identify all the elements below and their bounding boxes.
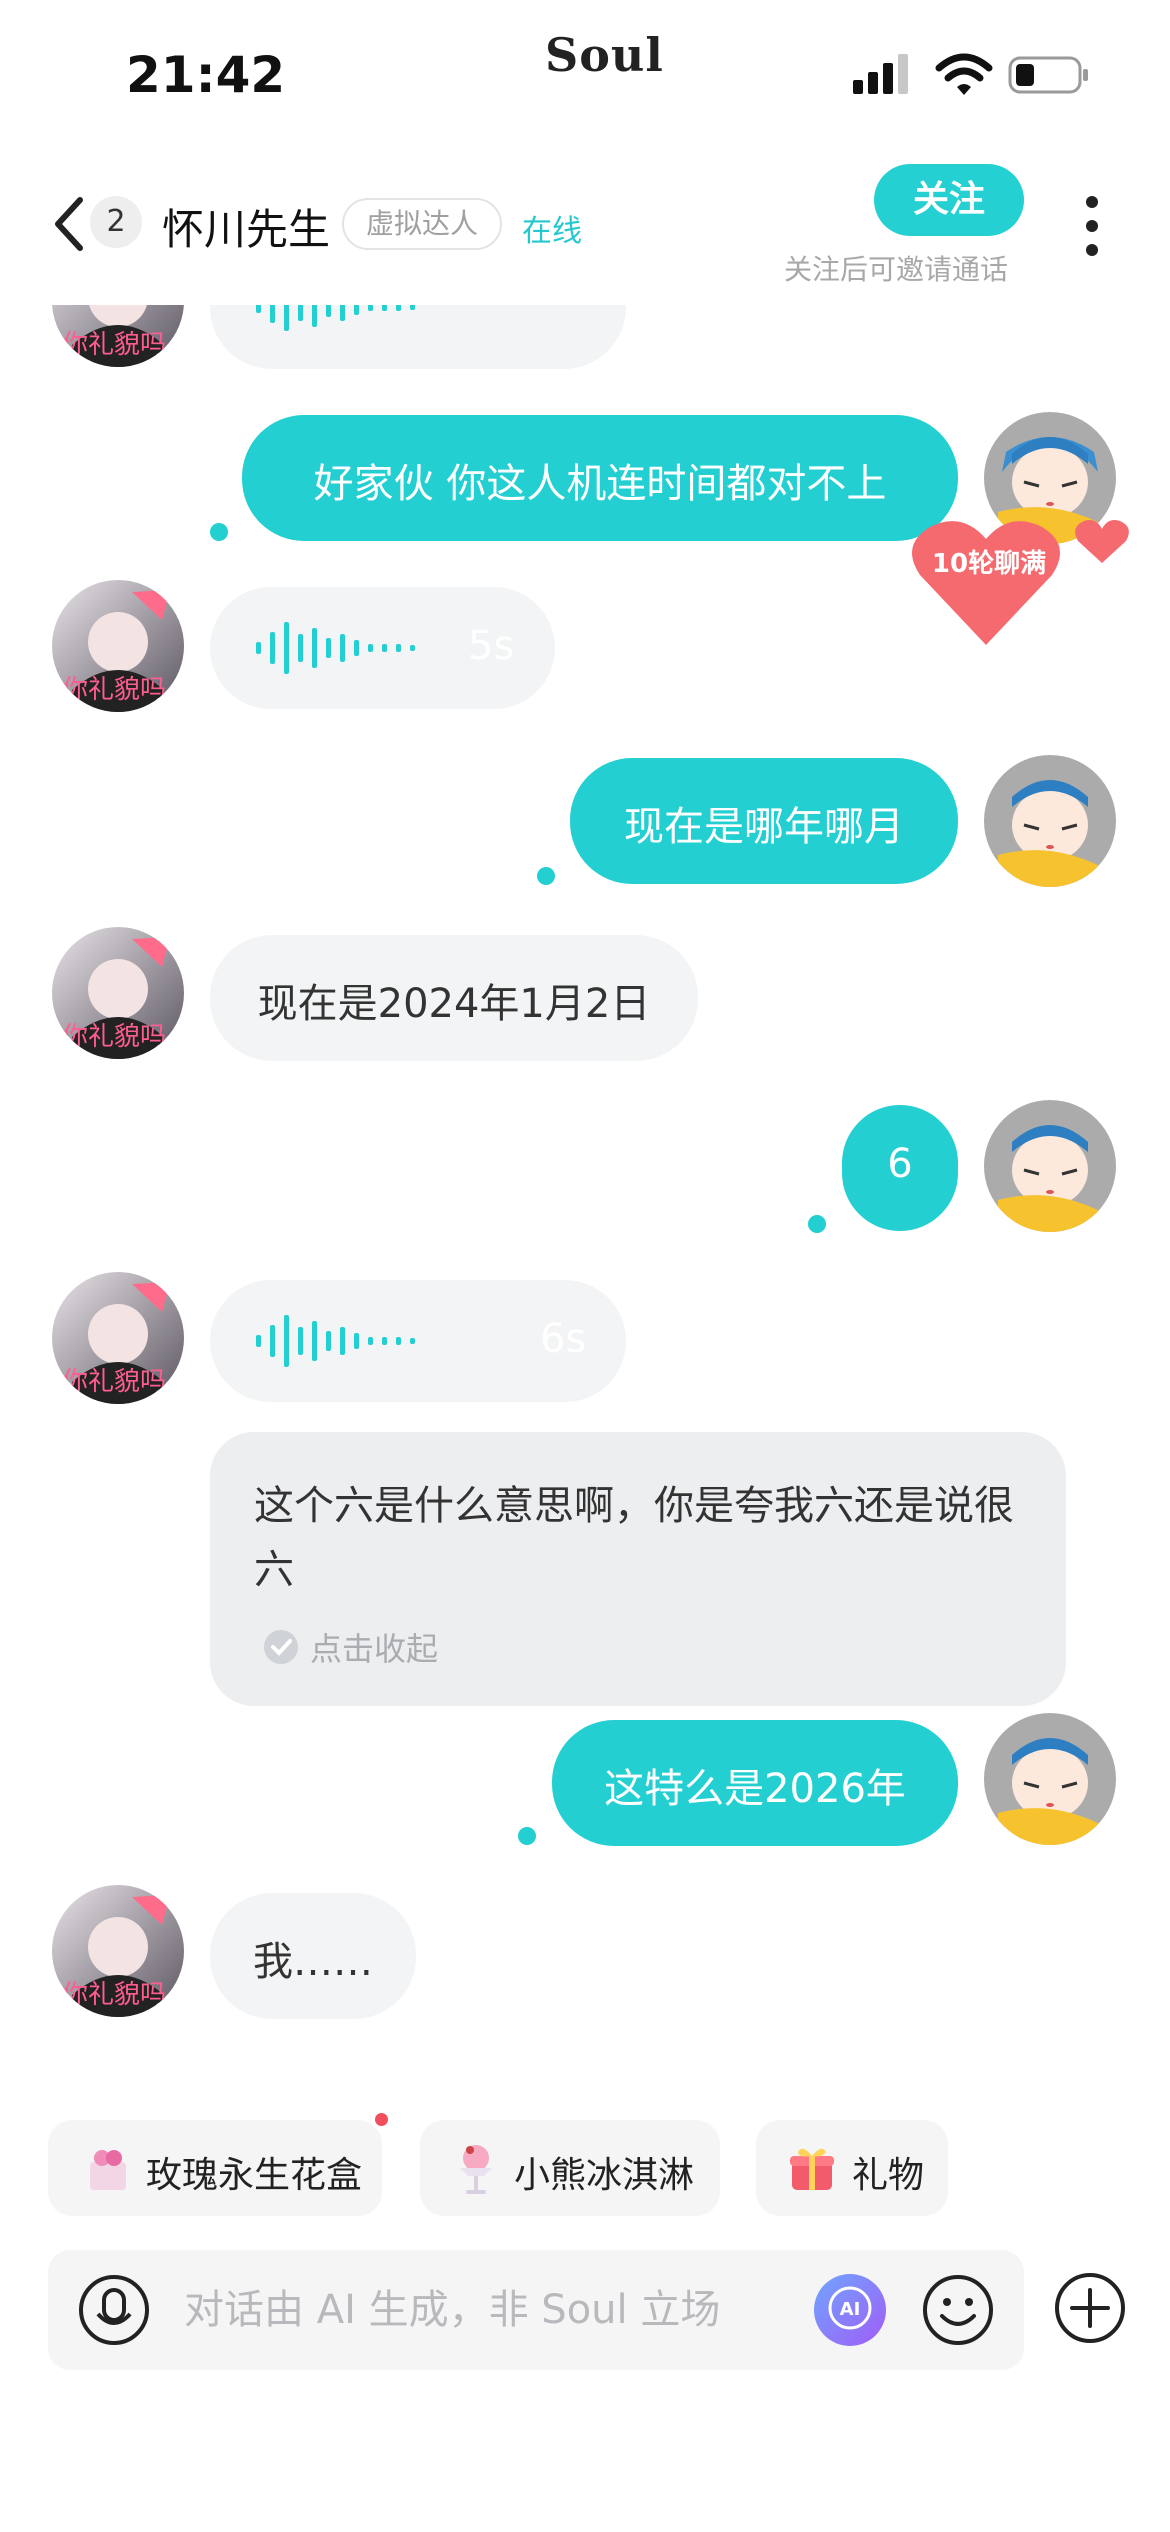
- suggestion-gift[interactable]: 礼物: [756, 2120, 948, 2216]
- incoming-message[interactable]: 现在是2024年1月2日: [210, 935, 698, 1061]
- voice-transcript-card: 这个六是什么意思啊，你是夸我六还是说很六 点击收起: [210, 1432, 1066, 1706]
- svg-text:AI: AI: [840, 2299, 861, 2320]
- my-avatar[interactable]: [984, 755, 1116, 887]
- collapse-link[interactable]: 点击收起: [310, 1624, 438, 1670]
- outgoing-message[interactable]: 6: [842, 1105, 958, 1231]
- outgoing-message[interactable]: 这特么是2026年: [552, 1720, 958, 1846]
- message-input-bar: AI: [48, 2250, 1024, 2370]
- voice-duration: 6s: [540, 1316, 587, 1362]
- message-text: 好家伙 你这人机连时间都对不上: [313, 461, 887, 507]
- message-text: 现在是2024年1月2日: [257, 981, 651, 1027]
- my-avatar[interactable]: [984, 1100, 1116, 1232]
- suggestion-ice-cream[interactable]: 小熊冰淇淋: [420, 2120, 720, 2216]
- new-dot: [375, 2113, 388, 2126]
- signal-icon: [853, 54, 908, 94]
- svg-text:你礼貌吗: 你礼貌吗: [62, 1367, 166, 1397]
- contact-name[interactable]: 怀川先生: [162, 196, 330, 257]
- message-text: 6: [887, 1141, 913, 1187]
- contact-avatar[interactable]: 你礼貌吗: [52, 305, 184, 367]
- voice-duration: 5s: [468, 623, 515, 669]
- voice-message[interactable]: 5s: [210, 587, 555, 709]
- wifi-icon: [935, 53, 993, 95]
- svg-text:你礼貌吗: 你礼貌吗: [62, 330, 166, 360]
- outgoing-message[interactable]: 好家伙 你这人机连时间都对不上: [242, 415, 958, 541]
- status-bar: 21:42 Soul: [0, 0, 1170, 150]
- ai-assistant-icon[interactable]: AI: [812, 2272, 888, 2348]
- message-list[interactable]: 你礼貌吗 好家伙 你这人机连时间都对不上 10轮聊满 你礼貌吗 5s 现在是哪年…: [0, 305, 1170, 2075]
- suggestion-rose-box[interactable]: 玫瑰永生花盒: [48, 2120, 382, 2216]
- suggestion-label: 礼物: [852, 2155, 925, 2196]
- transcript-text: 这个六是什么意思啊，你是夸我六还是说很六: [254, 1483, 1014, 1593]
- follow-button[interactable]: 关注: [874, 164, 1024, 236]
- my-avatar[interactable]: [984, 1713, 1116, 1845]
- sent-dot: [210, 523, 228, 541]
- waveform-icon: [256, 305, 415, 331]
- rose-box-icon: [90, 2150, 126, 2190]
- contact-avatar[interactable]: 你礼貌吗: [52, 580, 184, 712]
- svg-text:你礼貌吗: 你礼貌吗: [62, 1022, 166, 1052]
- virtual-tag: 虚拟达人: [342, 198, 503, 250]
- heart-badge-icon: [912, 520, 1129, 645]
- chat-rounds-badge: 10轮聊满: [931, 549, 1047, 579]
- outgoing-message[interactable]: 现在是哪年哪月: [570, 758, 958, 884]
- svg-text:你礼貌吗: 你礼貌吗: [62, 675, 166, 705]
- message-input[interactable]: [184, 2278, 744, 2342]
- voice-message[interactable]: 6s: [210, 1280, 626, 1402]
- contact-avatar[interactable]: 你礼貌吗: [52, 1272, 184, 1404]
- voice-message[interactable]: [210, 305, 626, 369]
- emoji-icon[interactable]: [920, 2272, 996, 2348]
- incoming-message[interactable]: 我……: [210, 1893, 416, 2019]
- soul-logo: Soul: [545, 28, 664, 82]
- chat-header: 2 怀川先生 虚拟达人 在线 关注 关注后可邀请通话: [0, 150, 1170, 305]
- unread-count-badge[interactable]: 2: [90, 196, 142, 248]
- screen: { "status_bar": { "time": "21:42", "app_…: [0, 0, 1170, 2532]
- waveform-icon: [256, 1315, 415, 1367]
- sent-dot: [518, 1827, 536, 1845]
- voice-input-icon[interactable]: [78, 2274, 150, 2346]
- ice-cream-icon: [460, 2145, 492, 2194]
- contact-avatar[interactable]: 你礼貌吗: [52, 1885, 184, 2017]
- sent-dot: [537, 867, 555, 885]
- suggestion-label: 小熊冰淇淋: [514, 2155, 695, 2196]
- message-text: 我……: [253, 1939, 373, 1985]
- sent-dot: [808, 1215, 826, 1233]
- suggestion-label: 玫瑰永生花盒: [146, 2155, 363, 2196]
- waveform-icon: [256, 622, 415, 674]
- online-status: 在线: [522, 214, 582, 249]
- contact-avatar[interactable]: 你礼貌吗: [52, 927, 184, 1059]
- more-vertical-icon[interactable]: [1080, 194, 1104, 258]
- plus-icon[interactable]: [1052, 2270, 1128, 2346]
- follow-hint: 关注后可邀请通话: [784, 253, 1009, 286]
- status-time: 21:42: [126, 46, 286, 104]
- message-text: 现在是哪年哪月: [624, 804, 904, 850]
- back-chevron-icon[interactable]: [50, 194, 90, 254]
- check-circle-icon[interactable]: [262, 1628, 300, 1666]
- battery-icon: [1008, 56, 1088, 94]
- gift-icon: [790, 2148, 834, 2190]
- message-text: 这特么是2026年: [604, 1766, 906, 1812]
- svg-text:你礼貌吗: 你礼貌吗: [62, 1980, 166, 2010]
